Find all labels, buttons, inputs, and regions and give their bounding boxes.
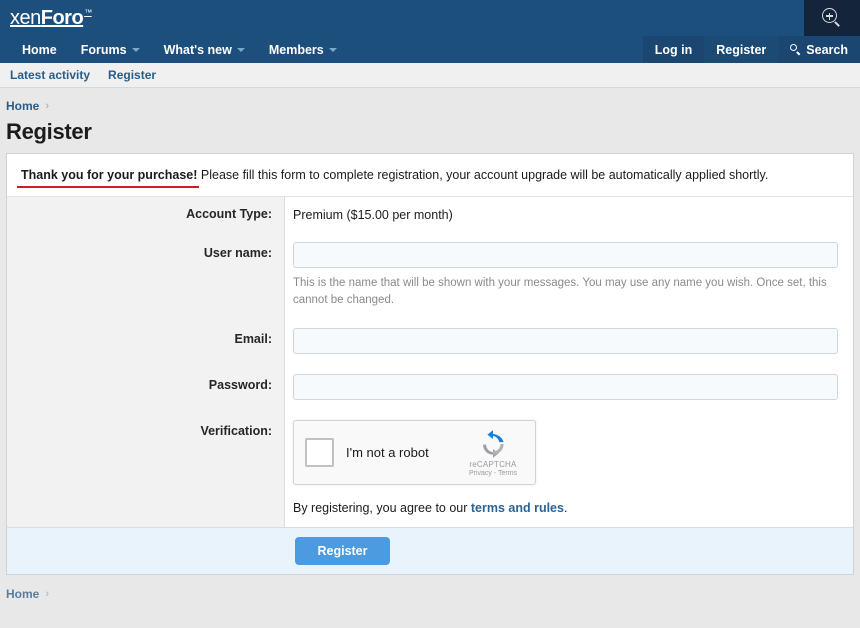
- username-input[interactable]: [293, 242, 838, 269]
- password-label: Password:: [7, 364, 285, 411]
- terms-suffix: .: [563, 501, 568, 516]
- purchase-notice: Thank you for your purchase! Please fill…: [7, 154, 853, 198]
- recaptcha-label: I'm not a robot: [346, 445, 429, 461]
- email-input[interactable]: [293, 328, 838, 355]
- nav-item-log-in[interactable]: Log in: [642, 36, 705, 63]
- username-field: This is the name that will be shown with…: [285, 232, 853, 318]
- password-input[interactable]: [293, 374, 838, 401]
- recaptcha-widget[interactable]: I'm not a robot reCAPTCHA Privacy - Term…: [293, 420, 536, 486]
- terms-and-rules-link[interactable]: terms and rules: [471, 501, 564, 515]
- logo-bar: xen Foro ™: [0, 0, 860, 36]
- nav-item-label: Members: [268, 42, 324, 57]
- nav-item-home[interactable]: Home: [10, 36, 69, 63]
- account-type-label: Account Type:: [7, 197, 285, 233]
- magnifier-plus-icon: [822, 8, 842, 28]
- recaptcha-checkbox[interactable]: [305, 438, 334, 468]
- account-type-field: Premium ($15.00 per month): [285, 197, 853, 232]
- content-area: Home › Register Thank you for your purch…: [0, 88, 860, 628]
- notice-body: Please fill this form to complete regist…: [197, 168, 769, 182]
- form-row-password: Password:: [7, 364, 853, 411]
- terms-agreement: By registering, you agree to our terms a…: [293, 485, 838, 517]
- terms-prefix: By registering, you agree to our: [293, 501, 471, 516]
- secondary-navigation: Latest activity Register: [0, 63, 860, 88]
- verification-field-wrap: I'm not a robot reCAPTCHA Privacy - Term…: [285, 410, 853, 527]
- logo-trademark: ™: [84, 8, 92, 17]
- chevron-down-icon: [236, 47, 245, 52]
- site-logo[interactable]: xen Foro ™: [10, 8, 92, 28]
- subnav-item-latest-activity[interactable]: Latest activity: [10, 68, 90, 82]
- breadcrumb: Home ›: [0, 88, 860, 113]
- registration-form: Account Type: Premium ($15.00 per month)…: [7, 197, 853, 528]
- nav-left-group: Home Forums What's new Members: [0, 36, 349, 63]
- form-row-verification: Verification: I'm not a robot reCAPTCHA …: [7, 410, 853, 528]
- footer-breadcrumb: Home ›: [0, 575, 860, 601]
- recaptcha-brand-name: reCAPTCHA: [469, 459, 517, 469]
- logo-text-secondary: Foro: [40, 7, 84, 29]
- footer-breadcrumb-separator: ›: [45, 588, 50, 601]
- nav-item-whats-new[interactable]: What's new: [152, 36, 257, 63]
- footer-breadcrumb-home[interactable]: Home: [6, 587, 39, 601]
- password-field-wrap: [285, 364, 853, 410]
- nav-item-label: Register: [716, 42, 767, 57]
- email-label: Email:: [7, 318, 285, 365]
- site-header: xen Foro ™ Home Forums What's new Member…: [0, 0, 860, 63]
- logo-text-primary: xen: [10, 7, 41, 29]
- page-title: Register: [6, 119, 92, 144]
- nav-item-label: Search: [806, 42, 848, 57]
- nav-item-label: Forums: [80, 42, 127, 57]
- form-row-username: User name: This is the name that will be…: [7, 232, 853, 319]
- form-row-email: Email:: [7, 318, 853, 365]
- zoom-overlay-button[interactable]: [804, 0, 860, 36]
- nav-item-forums[interactable]: Forums: [69, 36, 152, 63]
- chevron-down-icon: [328, 47, 337, 52]
- nav-item-search[interactable]: Search: [778, 36, 860, 63]
- recaptcha-privacy-terms[interactable]: Privacy - Terms: [462, 470, 524, 477]
- form-actions-bar: Register: [6, 527, 854, 576]
- form-row-account-type: Account Type: Premium ($15.00 per month): [7, 197, 853, 233]
- username-label: User name:: [7, 232, 285, 319]
- breadcrumb-home[interactable]: Home: [6, 99, 39, 113]
- register-panel: Thank you for your purchase! Please fill…: [6, 153, 854, 528]
- nav-item-label: Home: [22, 42, 57, 57]
- notice-highlight: Thank you for your purchase!: [16, 166, 200, 189]
- email-field-wrap: [285, 318, 853, 364]
- nav-item-label: Log in: [654, 42, 693, 57]
- chevron-down-icon: [131, 47, 140, 52]
- username-hint: This is the name that will be shown with…: [293, 277, 827, 306]
- register-submit-button[interactable]: Register: [295, 537, 390, 566]
- page-root: xen Foro ™ Home Forums What's new Member…: [0, 0, 860, 628]
- nav-item-members[interactable]: Members: [257, 36, 349, 63]
- search-icon: [790, 44, 801, 55]
- verification-label: Verification:: [7, 410, 285, 528]
- subnav-item-register[interactable]: Register: [108, 68, 156, 82]
- recaptcha-branding: reCAPTCHA Privacy - Terms: [462, 429, 524, 477]
- main-navigation: Home Forums What's new Members Log in Re…: [0, 36, 860, 63]
- nav-item-label: What's new: [163, 42, 232, 57]
- nav-item-register[interactable]: Register: [704, 36, 779, 63]
- nav-right-group: Log in Register Search: [642, 36, 860, 63]
- recaptcha-logo-icon: [483, 430, 504, 458]
- account-type-value: Premium ($15.00 per month): [293, 208, 453, 223]
- breadcrumb-separator: ›: [45, 100, 50, 112]
